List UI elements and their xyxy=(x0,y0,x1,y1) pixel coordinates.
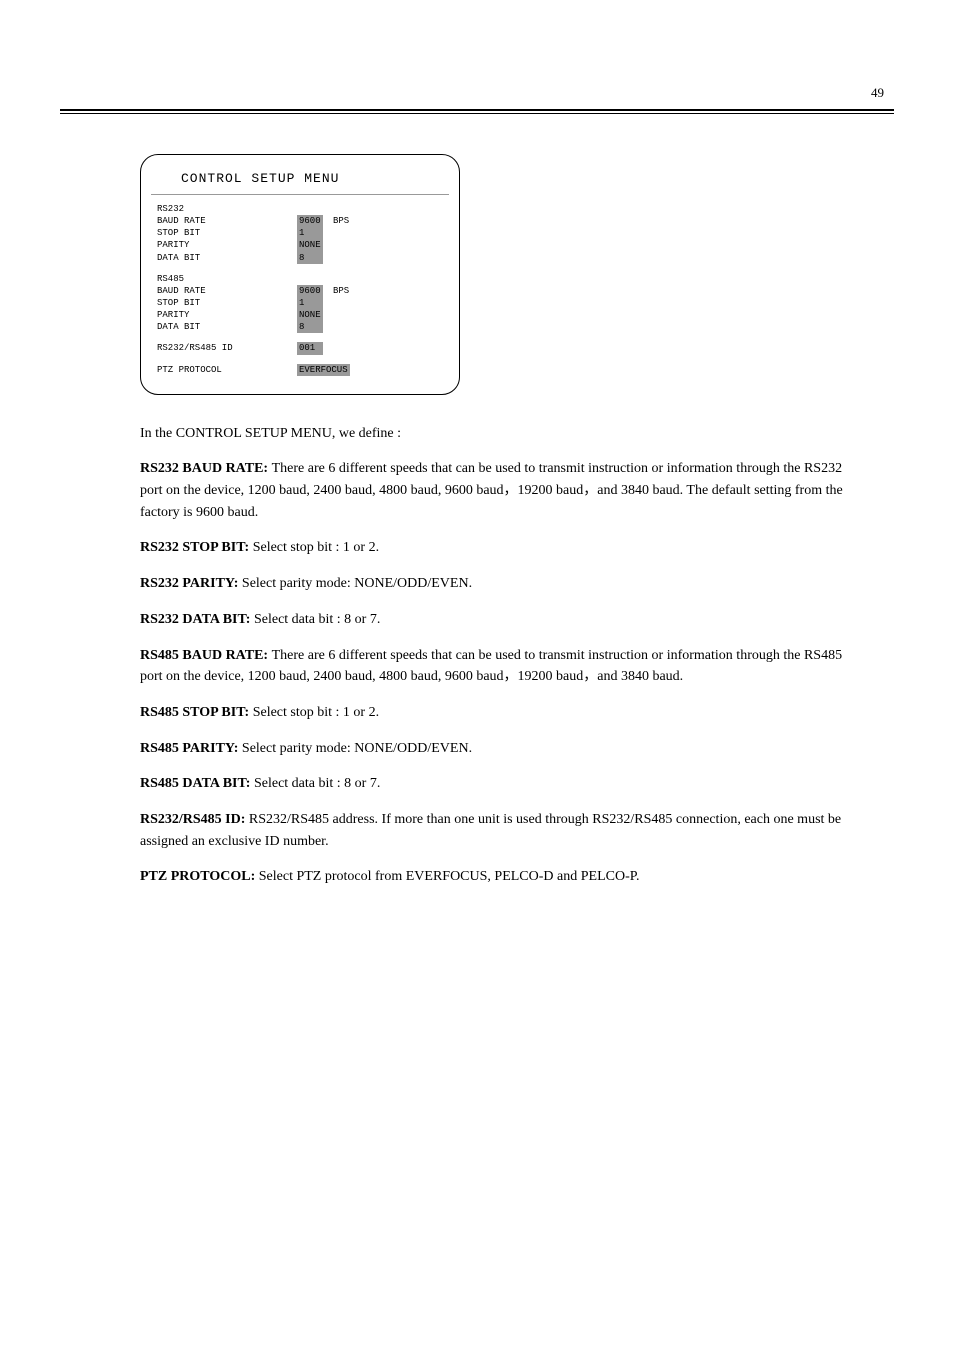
rs485-parity-value[interactable]: NONE xyxy=(297,309,323,321)
desc-rs232-stop-label: RS232 STOP BIT: xyxy=(140,540,253,555)
rs485-parity-label: PARITY xyxy=(157,309,297,321)
rs485-baud-suffix: BPS xyxy=(333,285,349,297)
desc-rs232-data-text: Select data bit : 8 or 7. xyxy=(254,612,380,627)
rs485-header-text: RS485 xyxy=(157,273,297,285)
id-value[interactable]: 001 xyxy=(297,342,323,354)
desc-rs485-parity-text: Select parity mode: NONE/ODD/EVEN. xyxy=(242,741,472,756)
desc-rs232-baud: RS232 BAUD RATE: There are 6 different s… xyxy=(140,458,860,523)
desc-rs485-parity: RS485 PARITY: Select parity mode: NONE/O… xyxy=(140,738,860,760)
desc-rs232-stop-text: Select stop bit : 1 or 2. xyxy=(253,540,379,555)
id-label: RS232/RS485 ID xyxy=(157,342,297,354)
description-intro: In the CONTROL SETUP MENU, we define : xyxy=(140,423,860,445)
rs232-stop-label: STOP BIT xyxy=(157,227,297,239)
desc-rs232-parity-text: Select parity mode: NONE/ODD/EVEN. xyxy=(242,576,472,591)
desc-rs485-parity-label: RS485 PARITY: xyxy=(140,741,242,756)
rs232-baud-label: BAUD RATE xyxy=(157,215,297,227)
desc-id-label: RS232/RS485 ID: xyxy=(140,812,249,827)
description-block: In the CONTROL SETUP MENU, we define : R… xyxy=(140,423,860,888)
desc-rs485-stop-text: Select stop bit : 1 or 2. xyxy=(253,705,379,720)
control-setup-menu-box: CONTROL SETUP MENU RS232 BAUD RATE 9600 … xyxy=(140,154,460,395)
rs232-parity-row: PARITY NONE xyxy=(157,239,443,251)
desc-rs232-parity-label: RS232 PARITY: xyxy=(140,576,242,591)
rs232-data-label: DATA BIT xyxy=(157,252,297,264)
desc-rs485-stop: RS485 STOP BIT: Select stop bit : 1 or 2… xyxy=(140,702,860,724)
rs232-header-text: RS232 xyxy=(157,203,297,215)
rs485-stop-label: STOP BIT xyxy=(157,297,297,309)
rs485-baud-value[interactable]: 9600 xyxy=(297,285,323,297)
ptz-row: PTZ PROTOCOL EVERFOCUS xyxy=(157,364,443,376)
rs232-stop-value[interactable]: 1 xyxy=(297,227,323,239)
rs232-data-value[interactable]: 8 xyxy=(297,252,323,264)
desc-rs485-stop-label: RS485 STOP BIT: xyxy=(140,705,253,720)
rs485-stop-row: STOP BIT 1 xyxy=(157,297,443,309)
desc-rs485-data-label: RS485 DATA BIT: xyxy=(140,776,254,791)
desc-rs232-baud-label: RS232 BAUD RATE: xyxy=(140,461,272,476)
desc-rs485-data-text: Select data bit : 8 or 7. xyxy=(254,776,380,791)
rs232-stop-row: STOP BIT 1 xyxy=(157,227,443,239)
desc-rs485-data: RS485 DATA BIT: Select data bit : 8 or 7… xyxy=(140,773,860,795)
ptz-label: PTZ PROTOCOL xyxy=(157,364,297,376)
rs485-baud-label: BAUD RATE xyxy=(157,285,297,297)
rs485-stop-value[interactable]: 1 xyxy=(297,297,323,309)
menu-body: RS232 BAUD RATE 9600 BPS STOP BIT 1 PARI… xyxy=(151,203,449,376)
rs232-baud-suffix: BPS xyxy=(333,215,349,227)
desc-rs485-baud-label: RS485 BAUD RATE: xyxy=(140,648,272,663)
ptz-value[interactable]: EVERFOCUS xyxy=(297,364,350,376)
rs232-parity-value[interactable]: NONE xyxy=(297,239,323,251)
rs485-data-value[interactable]: 8 xyxy=(297,321,323,333)
rs485-baud-row: BAUD RATE 9600 BPS xyxy=(157,285,443,297)
desc-rs232-stop: RS232 STOP BIT: Select stop bit : 1 or 2… xyxy=(140,537,860,559)
rs232-baud-value[interactable]: 9600 xyxy=(297,215,323,227)
rs485-data-label: DATA BIT xyxy=(157,321,297,333)
desc-ptz-text: Select PTZ protocol from EVERFOCUS, PELC… xyxy=(259,869,640,884)
desc-ptz: PTZ PROTOCOL: Select PTZ protocol from E… xyxy=(140,866,860,888)
desc-rs232-data-label: RS232 DATA BIT: xyxy=(140,612,254,627)
desc-rs485-baud: RS485 BAUD RATE: There are 6 different s… xyxy=(140,645,860,688)
page-number: 49 xyxy=(60,85,894,101)
desc-rs232-data: RS232 DATA BIT: Select data bit : 8 or 7… xyxy=(140,609,860,631)
rs485-header: RS485 xyxy=(157,273,443,285)
rs232-parity-label: PARITY xyxy=(157,239,297,251)
menu-title: CONTROL SETUP MENU xyxy=(151,165,449,195)
rs232-data-row: DATA BIT 8 xyxy=(157,252,443,264)
rs232-header: RS232 xyxy=(157,203,443,215)
desc-id: RS232/RS485 ID: RS232/RS485 address. If … xyxy=(140,809,860,852)
rs485-parity-row: PARITY NONE xyxy=(157,309,443,321)
rs232-baud-row: BAUD RATE 9600 BPS xyxy=(157,215,443,227)
id-row: RS232/RS485 ID 001 xyxy=(157,342,443,354)
desc-ptz-label: PTZ PROTOCOL: xyxy=(140,869,259,884)
header-rule xyxy=(60,109,894,114)
desc-rs232-parity: RS232 PARITY: Select parity mode: NONE/O… xyxy=(140,573,860,595)
rs485-data-row: DATA BIT 8 xyxy=(157,321,443,333)
